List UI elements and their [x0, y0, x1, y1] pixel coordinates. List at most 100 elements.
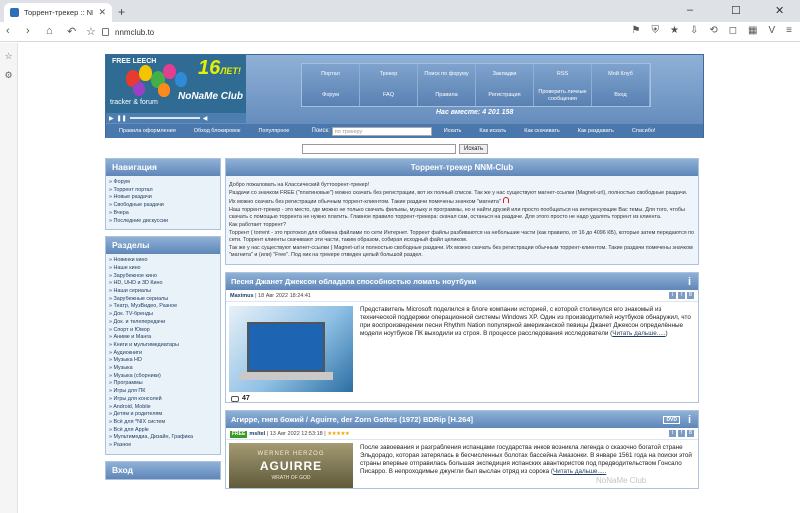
history-icon[interactable]: ⟲	[709, 25, 717, 36]
nav-forum[interactable]: Форум	[302, 85, 360, 106]
sidebar-section-item[interactable]: » Док. TV-бренды	[109, 311, 217, 319]
apps-icon[interactable]: ▦	[748, 25, 757, 36]
sidebar-section-item[interactable]: » Новинки кино	[109, 257, 217, 265]
back-icon[interactable]: ‹	[6, 25, 10, 37]
window-close-icon[interactable]: ✕	[775, 4, 784, 17]
sidebar-nav-item[interactable]: » Форум	[109, 179, 217, 187]
minimize-icon[interactable]: –	[687, 4, 693, 16]
extension-icon[interactable]: ⚑	[632, 25, 641, 36]
nav-bookmarks[interactable]: Закладки	[476, 64, 534, 85]
sidebar-section-item[interactable]: » Детям и родителям	[109, 411, 217, 419]
sidebar-section-item[interactable]: » Музыка HD	[109, 357, 217, 365]
nav-rules[interactable]: Правила	[418, 85, 476, 106]
share-twitter-icon[interactable]: t	[669, 430, 676, 437]
news-author[interactable]: Maximus	[230, 293, 254, 299]
sidebar-section-item[interactable]: » Игры для консолей	[109, 396, 217, 404]
sidebar-section-item[interactable]: » Всё для *NIX систем	[109, 419, 217, 427]
link-how-download[interactable]: Как скачивать	[524, 128, 560, 134]
share-vk-icon[interactable]: B	[687, 292, 694, 299]
torrent-title[interactable]: Агирре, гнев божий / Aguirre, der Zorn G…	[226, 411, 698, 428]
nav-faq[interactable]: FAQ	[360, 85, 418, 106]
sidebar-nav-item[interactable]: » Новые раздачи	[109, 194, 217, 202]
login-title: Вход	[106, 461, 220, 479]
comments-count[interactable]: 47	[231, 395, 250, 402]
menu-icon[interactable]: ≡	[786, 25, 792, 36]
sidebar-nav-item[interactable]: » Вчера	[109, 210, 217, 218]
shield-icon[interactable]: ⛨	[651, 25, 659, 36]
read-more-link[interactable]: Читать дальше.....	[553, 468, 606, 475]
news-title[interactable]: Песня Джанет Джексон обладала способност…	[226, 273, 698, 290]
sidebar-section-item[interactable]: » Аудиокниги	[109, 350, 217, 358]
game-icon[interactable]: ⚙	[0, 70, 17, 81]
address-bar[interactable]: nnmclub.to	[102, 25, 622, 39]
sidebar-nav-item[interactable]: » Торрент портал	[109, 187, 217, 195]
sidebar-section-item[interactable]: » Наши сериалы	[109, 288, 217, 296]
sidebar-section-item[interactable]: » Игры для ПК	[109, 388, 217, 396]
nav-rss[interactable]: RSS	[534, 64, 592, 85]
tracker-search-input[interactable]: по трекеру	[331, 126, 432, 136]
nav-tracker[interactable]: Трекер	[360, 64, 418, 85]
sidebar-section-item[interactable]: » Разное	[109, 442, 217, 450]
site-logo[interactable]: FREE LEECH 16ЛЕТ! NoNaMe Club tracker & …	[106, 55, 246, 113]
news-item: Песня Джанет Джексон обладала способност…	[225, 272, 699, 403]
download-icon[interactable]: ⇩	[690, 25, 698, 36]
share-vk-icon[interactable]: B	[687, 430, 694, 437]
player-progress[interactable]	[129, 117, 200, 119]
link-how-seed[interactable]: Как раздавать	[578, 128, 614, 134]
sidebar-section-item[interactable]: » HD, UHD и 3D Кино	[109, 280, 217, 288]
nav-my-club[interactable]: Мой Клуб	[592, 64, 650, 85]
sidebar-nav-item[interactable]: » Последние дискуссии	[109, 218, 217, 226]
sidebar-section-item[interactable]: » Аниме и Манга	[109, 334, 217, 342]
new-tab-icon[interactable]: +	[118, 5, 125, 19]
star-icon[interactable]: ☆	[86, 25, 96, 38]
nav-portal[interactable]: Портал	[302, 64, 360, 85]
share-twitter-icon[interactable]: t	[669, 292, 676, 299]
site-search-input[interactable]	[302, 144, 456, 154]
torrent-author[interactable]: msltel	[249, 431, 265, 437]
link-thanks[interactable]: Спасибо!	[632, 128, 656, 134]
sidebar-nav-item[interactable]: » Свободные раздачи	[109, 202, 217, 210]
undo-icon[interactable]: ↶	[67, 25, 76, 38]
sidebar-section-item[interactable]: » Зарубежное кино	[109, 273, 217, 281]
site-search-button[interactable]: Искать	[459, 144, 489, 154]
maximize-icon[interactable]: ☐	[731, 4, 741, 17]
sidebar-section-item[interactable]: » Зарубежные сериалы	[109, 296, 217, 304]
nav-check-messages[interactable]: Проверить личные сообщения	[534, 85, 592, 106]
link-how-search[interactable]: Как искать	[479, 128, 506, 134]
nav-login[interactable]: Вход	[592, 85, 650, 106]
profile-icon[interactable]: V	[768, 25, 775, 36]
tracker-search-button[interactable]: Искать	[444, 128, 462, 134]
url-text[interactable]: nnmclub.to	[115, 28, 154, 37]
screenshot-icon[interactable]: ◻	[729, 25, 737, 36]
search-label: Поиск:	[311, 128, 330, 134]
bookmark-icon[interactable]: ★	[670, 25, 679, 36]
sidebar-section-item[interactable]: » Док. и телепередачи	[109, 319, 217, 327]
sidebar-section-item[interactable]: » Книги и мультимедиатары	[109, 342, 217, 350]
sidebar-section-item[interactable]: » Мультимедиа, Дизайн, Графика	[109, 434, 217, 442]
favorites-icon[interactable]: ☆	[0, 51, 17, 62]
sidebar-section-item[interactable]: » Наше кино	[109, 265, 217, 273]
link-rules-format[interactable]: Правила оформления	[119, 128, 176, 134]
browser-tab[interactable]: Торрент-трекер :: NNM ✕	[4, 3, 112, 22]
pause-icon[interactable]: ❚❚	[117, 115, 127, 122]
sidebar-section-item[interactable]: » Музыка	[109, 365, 217, 373]
sidebar-section-item[interactable]: » Театр, МузВидео, Разное	[109, 303, 217, 311]
sidebar-section-item[interactable]: » Android, Mobile	[109, 404, 217, 412]
volume-icon[interactable]: ◀	[203, 115, 208, 122]
nav-forum-search[interactable]: Поиск по форуму	[418, 64, 476, 85]
close-tab-icon[interactable]: ✕	[98, 7, 106, 18]
forward-icon[interactable]: ›	[26, 25, 30, 37]
share-facebook-icon[interactable]: f	[678, 292, 685, 299]
share-facebook-icon[interactable]: f	[678, 430, 685, 437]
sidebar-section-item[interactable]: » Программы	[109, 380, 217, 388]
link-bypass-blocks[interactable]: Обход блокировок	[194, 128, 241, 134]
play-icon[interactable]: ▶	[109, 115, 114, 122]
sidebar-section-item[interactable]: » Спорт и Юмор	[109, 327, 217, 335]
home-icon[interactable]: ⌂	[46, 25, 53, 37]
torrent-body: WERNER HERZOG AGUIRRE WRATH OF GOD После…	[226, 440, 698, 488]
read-more-link[interactable]: Читать дальше.....	[612, 330, 665, 337]
sidebar-section-item[interactable]: » Всё для Apple	[109, 427, 217, 435]
nav-register[interactable]: Регистрация	[476, 85, 534, 106]
sidebar-section-item[interactable]: » Музыка (сборники)	[109, 373, 217, 381]
link-popular[interactable]: Популярное	[258, 128, 289, 134]
